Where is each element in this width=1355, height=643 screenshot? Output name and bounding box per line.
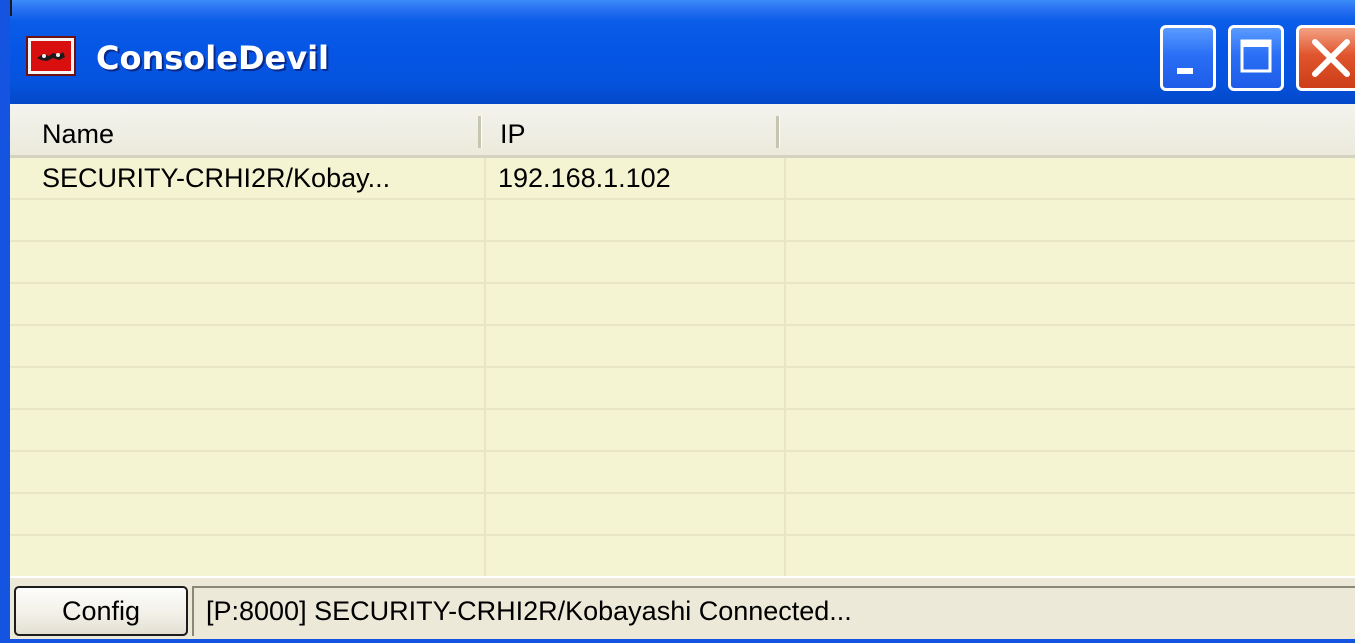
console-devil-app-icon[interactable] — [28, 38, 74, 74]
empty-row — [10, 200, 1355, 242]
bottom-bar: Config [P:8000] SECURITY-CRHI2R/Kobayash… — [10, 576, 1355, 639]
empty-row — [10, 242, 1355, 284]
empty-row — [10, 326, 1355, 368]
app-window: ConsoleDevil Name IP SECURITY-CRHI2R/Kob… — [0, 0, 1355, 643]
empty-row — [10, 494, 1355, 536]
maximize-button[interactable] — [1228, 25, 1284, 91]
column-divider[interactable] — [776, 116, 780, 148]
close-button[interactable] — [1296, 25, 1355, 91]
list-header: Name IP — [10, 104, 1355, 158]
empty-row — [10, 452, 1355, 494]
title-bar[interactable]: ConsoleDevil — [10, 0, 1355, 104]
column-header-ip[interactable]: IP — [500, 104, 760, 155]
column-header-name[interactable]: Name — [42, 104, 462, 155]
status-bar: [P:8000] SECURITY-CRHI2R/Kobayashi Conne… — [192, 586, 1355, 636]
minimize-button[interactable] — [1160, 25, 1216, 91]
column-divider[interactable] — [478, 116, 482, 148]
close-icon — [1312, 39, 1350, 77]
config-button[interactable]: Config — [14, 586, 188, 636]
empty-row — [10, 536, 1355, 576]
empty-row — [10, 284, 1355, 326]
empty-row — [10, 368, 1355, 410]
empty-row — [10, 410, 1355, 452]
status-text: [P:8000] SECURITY-CRHI2R/Kobayashi Conne… — [206, 596, 852, 626]
maximize-icon — [1240, 39, 1272, 73]
list-row[interactable]: SECURITY-CRHI2R/Kobay... 192.168.1.102 — [10, 158, 1355, 200]
row-ip-cell: 192.168.1.102 — [498, 163, 671, 193]
window-title: ConsoleDevil — [96, 39, 330, 77]
minimize-icon — [1177, 68, 1193, 74]
connection-list[interactable]: SECURITY-CRHI2R/Kobay... 192.168.1.102 — [10, 158, 1355, 576]
row-name-cell: SECURITY-CRHI2R/Kobay... — [42, 163, 391, 193]
